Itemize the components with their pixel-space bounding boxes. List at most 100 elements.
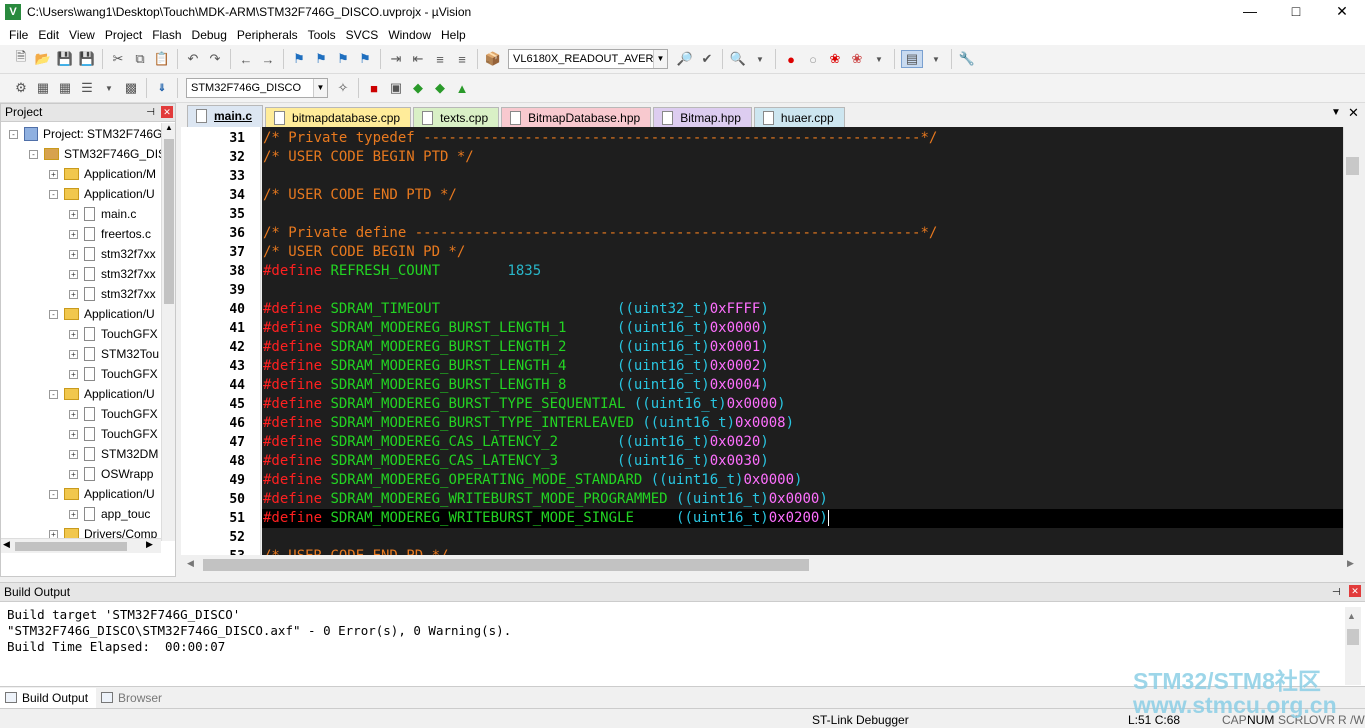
scroll-thumb[interactable] bbox=[164, 139, 174, 304]
tree-item[interactable]: + TouchGFX bbox=[69, 364, 158, 384]
expand-icon[interactable]: + bbox=[69, 509, 78, 519]
tree-project-root[interactable]: - Project: STM32F746G bbox=[9, 124, 161, 144]
file-tab[interactable]: texts.cpp bbox=[413, 107, 500, 127]
scroll-thumb[interactable] bbox=[203, 559, 809, 571]
clear-bookmarks-icon[interactable]: ⚑ bbox=[356, 50, 374, 68]
find-combo[interactable]: VL6180X_READOUT_AVER ▼ bbox=[508, 49, 668, 69]
tree-item[interactable]: - Application/U bbox=[49, 484, 155, 504]
tree-item[interactable]: + OSWrapp bbox=[69, 464, 153, 484]
expand-icon[interactable]: + bbox=[69, 409, 78, 419]
target-options-icon[interactable]: ✧ bbox=[334, 79, 352, 97]
code-line[interactable]: #define SDRAM_MODEREG_BURST_LENGTH_4 ((u… bbox=[262, 357, 1343, 376]
code-line[interactable]: /* USER CODE END PTD */ bbox=[262, 186, 1343, 205]
menu-view[interactable]: View bbox=[64, 28, 100, 42]
tree-item[interactable]: + main.c bbox=[69, 204, 136, 224]
minimize-icon[interactable]: — bbox=[1227, 0, 1273, 24]
menu-svcs[interactable]: SVCS bbox=[341, 28, 384, 42]
code-line[interactable]: #define SDRAM_MODEREG_BURST_LENGTH_1 ((u… bbox=[262, 319, 1343, 338]
code-line[interactable]: #define SDRAM_MODEREG_CAS_LATENCY_3 ((ui… bbox=[262, 452, 1343, 471]
code-line[interactable] bbox=[262, 205, 1343, 224]
collapse-icon[interactable]: - bbox=[9, 129, 18, 139]
configure-icon[interactable]: 🔧 bbox=[958, 50, 976, 68]
code-line[interactable]: /* USER CODE BEGIN PTD */ bbox=[262, 148, 1343, 167]
copy-icon[interactable]: ⧉ bbox=[131, 50, 149, 68]
expand-icon[interactable]: + bbox=[69, 209, 78, 219]
collapse-icon[interactable]: - bbox=[49, 389, 58, 399]
indent-icon[interactable]: ⇥ bbox=[387, 50, 405, 68]
menu-help[interactable]: Help bbox=[436, 28, 471, 42]
expand-icon[interactable]: + bbox=[69, 369, 78, 379]
menu-tools[interactable]: Tools bbox=[303, 28, 341, 42]
tree-item[interactable]: + STM32DM bbox=[69, 444, 158, 464]
tree-item[interactable]: - Application/U bbox=[49, 384, 155, 404]
download-load-icon[interactable]: ⇓ bbox=[153, 79, 171, 97]
incremental-find-icon[interactable]: ✔ bbox=[698, 50, 716, 68]
comment-icon[interactable]: ≡ bbox=[431, 50, 449, 68]
debug-session-icon[interactable]: 🔍 bbox=[729, 50, 747, 68]
scroll-left-icon[interactable]: ◀ bbox=[3, 539, 10, 550]
target-combo[interactable]: STM32F746G_DISCO ▼ bbox=[186, 78, 328, 98]
tree-item[interactable]: - Application/U bbox=[49, 184, 155, 204]
tree-item[interactable]: + TouchGFX bbox=[69, 404, 158, 424]
expand-icon[interactable]: + bbox=[69, 349, 78, 359]
pin-icon[interactable]: ⊣ bbox=[1332, 583, 1341, 602]
code-line[interactable]: /* USER CODE END PD */ bbox=[262, 547, 1343, 555]
tree-item[interactable]: + stm32f7xx bbox=[69, 244, 156, 264]
tree-item[interactable]: + freertos.c bbox=[69, 224, 151, 244]
expand-icon[interactable]: + bbox=[69, 289, 78, 299]
paste-icon[interactable]: 📋 bbox=[153, 50, 171, 68]
expand-icon[interactable]: + bbox=[69, 329, 78, 339]
cut-icon[interactable]: ✂ bbox=[109, 50, 127, 68]
save-icon[interactable]: 💾 bbox=[56, 50, 74, 68]
code-line[interactable]: /* Private typedef ---------------------… bbox=[262, 129, 1343, 148]
collapse-icon[interactable]: - bbox=[29, 149, 38, 159]
disable-breakpoint-icon[interactable]: ○ bbox=[804, 50, 822, 68]
chevron-down-icon[interactable]: ▼ bbox=[870, 50, 888, 68]
collapse-icon[interactable]: - bbox=[49, 489, 58, 499]
expand-icon[interactable]: + bbox=[69, 469, 78, 479]
editor-horizontal-scrollbar[interactable]: ◀ ▶ bbox=[181, 555, 1361, 575]
tree-item[interactable]: + stm32f7xx bbox=[69, 284, 156, 304]
code-line[interactable]: #define SDRAM_MODEREG_CAS_LATENCY_2 ((ui… bbox=[262, 433, 1343, 452]
maximize-icon[interactable]: □ bbox=[1273, 0, 1319, 24]
tree-horizontal-scrollbar[interactable]: ◀ ▶ bbox=[1, 538, 161, 553]
expand-icon[interactable]: + bbox=[69, 429, 78, 439]
code-line[interactable]: #define SDRAM_MODEREG_BURST_LENGTH_2 ((u… bbox=[262, 338, 1343, 357]
code-line[interactable] bbox=[262, 528, 1343, 547]
stop-build-icon[interactable]: ▩ bbox=[122, 79, 140, 97]
disable-all-breakpoints-icon[interactable]: ❀ bbox=[826, 50, 844, 68]
file-tab[interactable]: huaer.cpp bbox=[753, 107, 845, 127]
collapse-icon[interactable]: - bbox=[49, 309, 58, 319]
code-line[interactable]: #define SDRAM_MODEREG_WRITEBURST_MODE_PR… bbox=[262, 490, 1343, 509]
next-bookmark-icon[interactable]: ⚑ bbox=[334, 50, 352, 68]
close-tab-icon[interactable]: ✕ bbox=[1348, 105, 1359, 121]
menu-project[interactable]: Project bbox=[100, 28, 147, 42]
code-line[interactable]: #define SDRAM_MODEREG_BURST_TYPE_INTERLE… bbox=[262, 414, 1343, 433]
scroll-thumb[interactable] bbox=[15, 542, 127, 551]
scroll-up-icon[interactable]: ▲ bbox=[1347, 611, 1356, 621]
unindent-icon[interactable]: ⇤ bbox=[409, 50, 427, 68]
tree-item[interactable]: + STM32Tou bbox=[69, 344, 159, 364]
tree-vertical-scrollbar[interactable]: ▲ bbox=[161, 123, 175, 541]
code-line[interactable]: #define SDRAM_MODEREG_BURST_TYPE_SEQUENT… bbox=[262, 395, 1343, 414]
code-line[interactable]: #define REFRESH_COUNT 1835 bbox=[262, 262, 1343, 281]
code-line[interactable]: /* USER CODE BEGIN PD */ bbox=[262, 243, 1343, 262]
pack-installer-icon[interactable]: ◆ bbox=[431, 79, 449, 97]
close-icon[interactable]: ✕ bbox=[1349, 585, 1361, 597]
file-extensions-icon[interactable]: ■ bbox=[365, 79, 383, 97]
menu-edit[interactable]: Edit bbox=[33, 28, 64, 42]
nav-forward-icon[interactable]: → bbox=[259, 50, 277, 68]
save-all-icon[interactable]: 💾 bbox=[78, 50, 96, 68]
breakpoint-icon[interactable]: ● bbox=[782, 50, 800, 68]
expand-icon[interactable]: + bbox=[69, 449, 78, 459]
find-icon[interactable]: 🔎 bbox=[676, 50, 694, 68]
menu-debug[interactable]: Debug bbox=[187, 28, 232, 42]
tree-target[interactable]: - STM32F746G_DISCO bbox=[29, 144, 161, 164]
chevron-down-icon[interactable]: ▼ bbox=[653, 50, 667, 68]
chevron-down-icon[interactable]: ▼ bbox=[927, 50, 945, 68]
run-time-env-icon[interactable]: ▲ bbox=[453, 79, 471, 97]
prev-bookmark-icon[interactable]: ⚑ bbox=[312, 50, 330, 68]
code-line[interactable] bbox=[262, 281, 1343, 300]
uncomment-icon[interactable]: ≡ bbox=[453, 50, 471, 68]
nav-back-icon[interactable]: ← bbox=[237, 50, 255, 68]
